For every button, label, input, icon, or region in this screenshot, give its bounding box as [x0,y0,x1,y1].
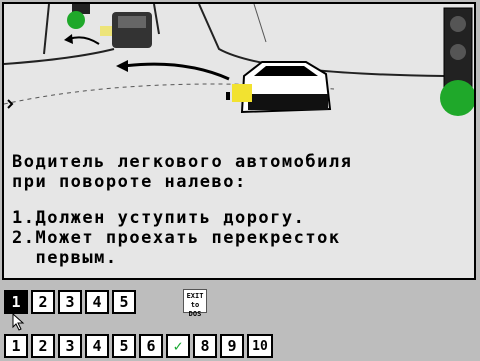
exit-label: EXIT [186,292,204,300]
app: Водитель легкового автомобиля при поворо… [0,0,480,361]
answer-button-1[interactable]: 1 [4,290,28,314]
answer-option-1: 1.Должен уступить дорогу. [12,208,306,228]
question-nav-5[interactable]: 5 [112,334,136,358]
question-nav-4[interactable]: 4 [85,334,109,358]
question-panel: Водитель легкового автомобиля при поворо… [4,134,474,278]
question-nav-3[interactable]: 3 [58,334,82,358]
question-nav-6[interactable]: 6 [139,334,163,358]
question-text-line-2: при повороте налево: [12,172,247,192]
answer-button-row: 1 2 3 4 5 [4,290,136,314]
question-nav-9[interactable]: 9 [220,334,244,358]
exit-dos-label: DOS [188,310,202,318]
question-nav-8[interactable]: 8 [193,334,217,358]
exit-to-label: to [190,301,200,309]
traffic-scene [4,4,474,116]
exit-to-dos-button[interactable]: EXIT to DOS [183,289,207,318]
answer-option-2: 2.Может проехать перекресток [12,228,341,248]
answer-button-5[interactable]: 5 [112,290,136,314]
question-frame: Водитель легкового автомобиля при поворо… [2,2,476,280]
question-nav-7-check-icon[interactable]: ✓ [166,334,190,358]
answer-button-3[interactable]: 3 [58,290,82,314]
question-nav-10[interactable]: 10 [247,334,273,358]
question-nav-row: 1 2 3 4 5 6 ✓ 8 9 10 [4,334,273,358]
answer-option-2-continued: первым. [12,248,118,268]
mouse-cursor-icon [12,313,25,331]
question-nav-2[interactable]: 2 [31,334,55,358]
answer-button-2[interactable]: 2 [31,290,55,314]
answer-button-4[interactable]: 4 [85,290,109,314]
question-nav-1[interactable]: 1 [4,334,28,358]
question-text-line-1: Водитель легкового автомобиля [12,152,353,172]
